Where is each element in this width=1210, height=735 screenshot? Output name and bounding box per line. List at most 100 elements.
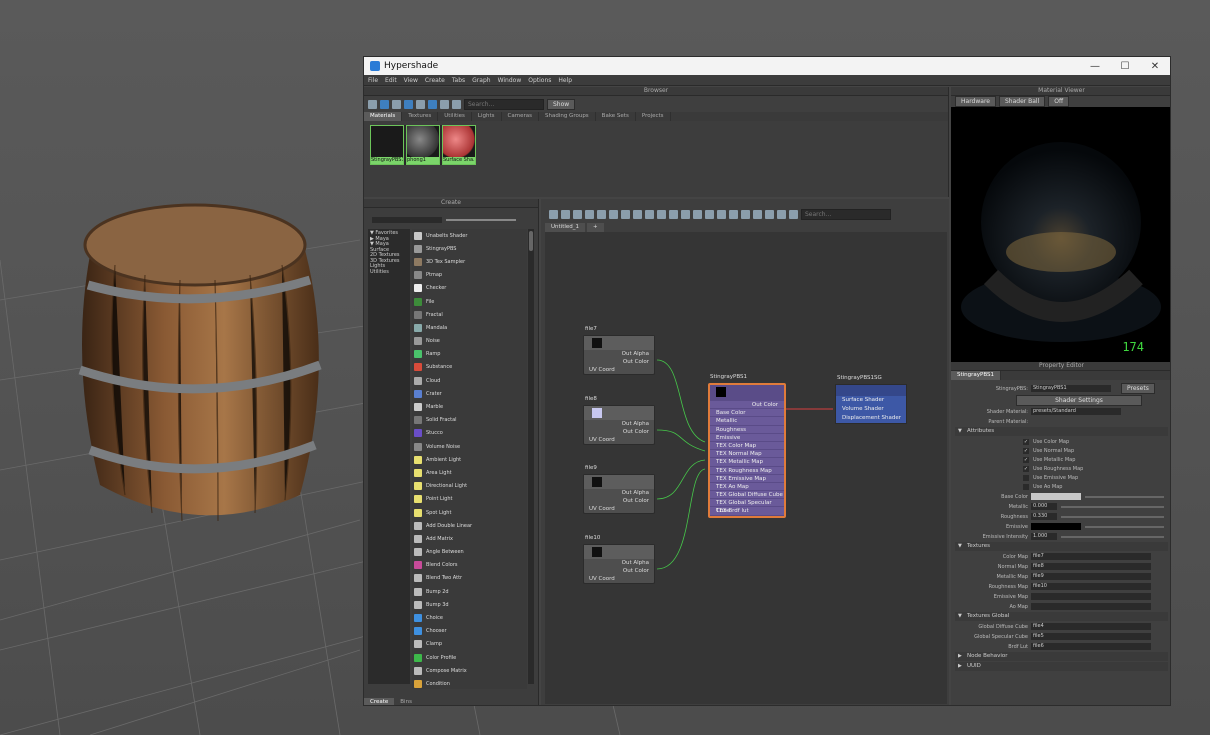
create-node-item[interactable]: Solid Fractal: [412, 414, 527, 427]
metallic-slider[interactable]: [1061, 505, 1164, 508]
toolbar-icon[interactable]: [633, 209, 642, 219]
file-input[interactable]: UV Coord: [584, 366, 654, 374]
file-output[interactable]: Out Alpha: [584, 420, 654, 428]
tab-lights[interactable]: Lights: [472, 112, 502, 121]
toolbar-icon[interactable]: [621, 209, 630, 219]
environment-select[interactable]: Off: [1048, 96, 1070, 107]
tab-utilities[interactable]: Utilities: [438, 112, 472, 121]
toolbar-icon[interactable]: [669, 209, 678, 219]
create-node-item[interactable]: Color Profile: [412, 651, 527, 664]
file-output[interactable]: Out Color: [584, 428, 654, 436]
material-thumb[interactable]: Surface Sha...: [442, 125, 476, 165]
tab-materials[interactable]: Materials: [364, 112, 403, 121]
pbs-input[interactable]: TEX Roughness Map: [710, 467, 784, 475]
menu-create[interactable]: Create: [425, 77, 445, 84]
toolbar-icon[interactable]: [585, 209, 594, 219]
toolbar-icon[interactable]: [657, 209, 666, 219]
file-input[interactable]: UV Coord: [584, 505, 654, 513]
create-node-item[interactable]: Point Light: [412, 493, 527, 506]
renderer-select[interactable]: Hardware: [955, 96, 996, 107]
toolbar-icon[interactable]: [404, 99, 413, 109]
file-node[interactable]: Out Alpha Out Color UV Coord: [583, 474, 655, 514]
pbs-input[interactable]: TEX Global Diffuse Cube: [710, 491, 784, 500]
file-output[interactable]: Out Alpha: [584, 559, 654, 567]
checkbox-checked-icon[interactable]: ✓: [1023, 438, 1029, 445]
section-attributes[interactable]: Attributes: [955, 427, 1168, 436]
emissive-swatch[interactable]: [1031, 523, 1081, 530]
texture-value-field[interactable]: file4: [1031, 623, 1151, 630]
create-node-item[interactable]: Crater: [412, 387, 527, 400]
create-node-item[interactable]: Angle Between: [412, 546, 527, 559]
pbs-input[interactable]: TEX Emissive Map: [710, 475, 784, 483]
create-node-item[interactable]: Ambient Light: [412, 453, 527, 466]
menu-view[interactable]: View: [404, 77, 418, 84]
toolbar-icon[interactable]: [729, 209, 738, 219]
toolbar-icon[interactable]: [741, 209, 750, 219]
icon-size-slider[interactable]: [446, 219, 516, 221]
menu-options[interactable]: Options: [528, 77, 551, 84]
shader-material-select[interactable]: presets/Standard: [1031, 408, 1121, 415]
emissive-intensity-slider[interactable]: [1061, 535, 1164, 538]
stingray-pbs-node[interactable]: Out Color Base Color Metallic Roughness Emi…: [708, 383, 786, 518]
emissive-slider[interactable]: [1085, 525, 1164, 528]
attribute-checkbox-row[interactable]: ✓ Use Roughness Map: [951, 464, 1170, 473]
file-output[interactable]: Out Alpha: [584, 350, 654, 358]
file-node[interactable]: Out Alpha Out Color UV Coord: [583, 405, 655, 445]
metallic-field[interactable]: 0.000: [1031, 503, 1057, 510]
toolbar-icon[interactable]: [789, 209, 798, 219]
file-input[interactable]: UV Coord: [584, 436, 654, 444]
tab-bins[interactable]: Bins: [394, 698, 418, 705]
checkbox-icon[interactable]: [1023, 483, 1029, 490]
attribute-checkbox-row[interactable]: Use Emissive Map: [951, 473, 1170, 482]
show-button[interactable]: Show: [547, 98, 576, 110]
roughness-slider[interactable]: [1061, 515, 1164, 518]
node-name-field[interactable]: StingrayPBS1: [1031, 385, 1111, 392]
pbs-input[interactable]: TEX Brdf lut: [710, 507, 784, 516]
material-thumb[interactable]: StingrayPBS1: [370, 125, 404, 165]
create-node-item[interactable]: Chooser: [412, 625, 527, 638]
file-output[interactable]: Out Color: [584, 567, 654, 575]
toolbar-icon[interactable]: [705, 209, 714, 219]
base-color-slider[interactable]: [1085, 495, 1164, 498]
create-filter-input[interactable]: [372, 217, 442, 223]
create-node-item[interactable]: Ptmap: [412, 269, 527, 282]
menu-graph[interactable]: Graph: [472, 77, 490, 84]
file-output[interactable]: Out Color: [584, 497, 654, 505]
sg-input[interactable]: Displacement Shader: [836, 414, 906, 423]
roughness-field[interactable]: 0.330: [1031, 513, 1057, 520]
file-output[interactable]: Out Alpha: [584, 489, 654, 497]
toolbar-icon[interactable]: [753, 209, 762, 219]
checkbox-checked-icon[interactable]: ✓: [1023, 447, 1029, 454]
pbs-input[interactable]: TEX Ao Map: [710, 483, 784, 492]
menu-file[interactable]: File: [368, 77, 378, 84]
toolbar-icon[interactable]: [368, 99, 377, 109]
create-node-item[interactable]: Unabelts Shader: [412, 229, 527, 242]
create-node-item[interactable]: Stucco: [412, 427, 527, 440]
material-thumb[interactable]: phong1: [406, 125, 440, 165]
texture-value-field[interactable]: file10: [1031, 583, 1151, 590]
tab-shading-groups[interactable]: Shading Groups: [539, 112, 596, 121]
create-node-item[interactable]: Marble: [412, 400, 527, 413]
toolbar-icon[interactable]: [645, 209, 654, 219]
create-node-item[interactable]: Add Double Linear: [412, 519, 527, 532]
tree-item[interactable]: Utilities: [370, 269, 408, 276]
sg-input[interactable]: Volume Shader: [836, 405, 906, 414]
toolbar-icon[interactable]: [440, 99, 449, 109]
maximize-button[interactable]: ☐: [1110, 61, 1140, 72]
pbs-input[interactable]: Emissive: [710, 434, 784, 442]
toolbar-icon[interactable]: [428, 99, 437, 109]
create-node-item[interactable]: Blend Colors: [412, 559, 527, 572]
create-node-item[interactable]: 3D Tex Sampler: [412, 255, 527, 268]
toolbar-icon[interactable]: [380, 99, 389, 109]
texture-value-field[interactable]: file8: [1031, 563, 1151, 570]
material-preview[interactable]: 174: [951, 107, 1170, 362]
attribute-checkbox-row[interactable]: ✓ Use Metallic Map: [951, 455, 1170, 464]
minimize-button[interactable]: —: [1080, 61, 1110, 72]
add-tab-button[interactable]: +: [587, 223, 604, 232]
texture-value-field[interactable]: file9: [1031, 573, 1151, 580]
texture-value-field[interactable]: [1031, 593, 1151, 600]
create-node-item[interactable]: Mandala: [412, 321, 527, 334]
toolbar-icon[interactable]: [561, 209, 570, 219]
create-node-item[interactable]: Cloud: [412, 374, 527, 387]
toolbar-icon[interactable]: [416, 99, 425, 109]
